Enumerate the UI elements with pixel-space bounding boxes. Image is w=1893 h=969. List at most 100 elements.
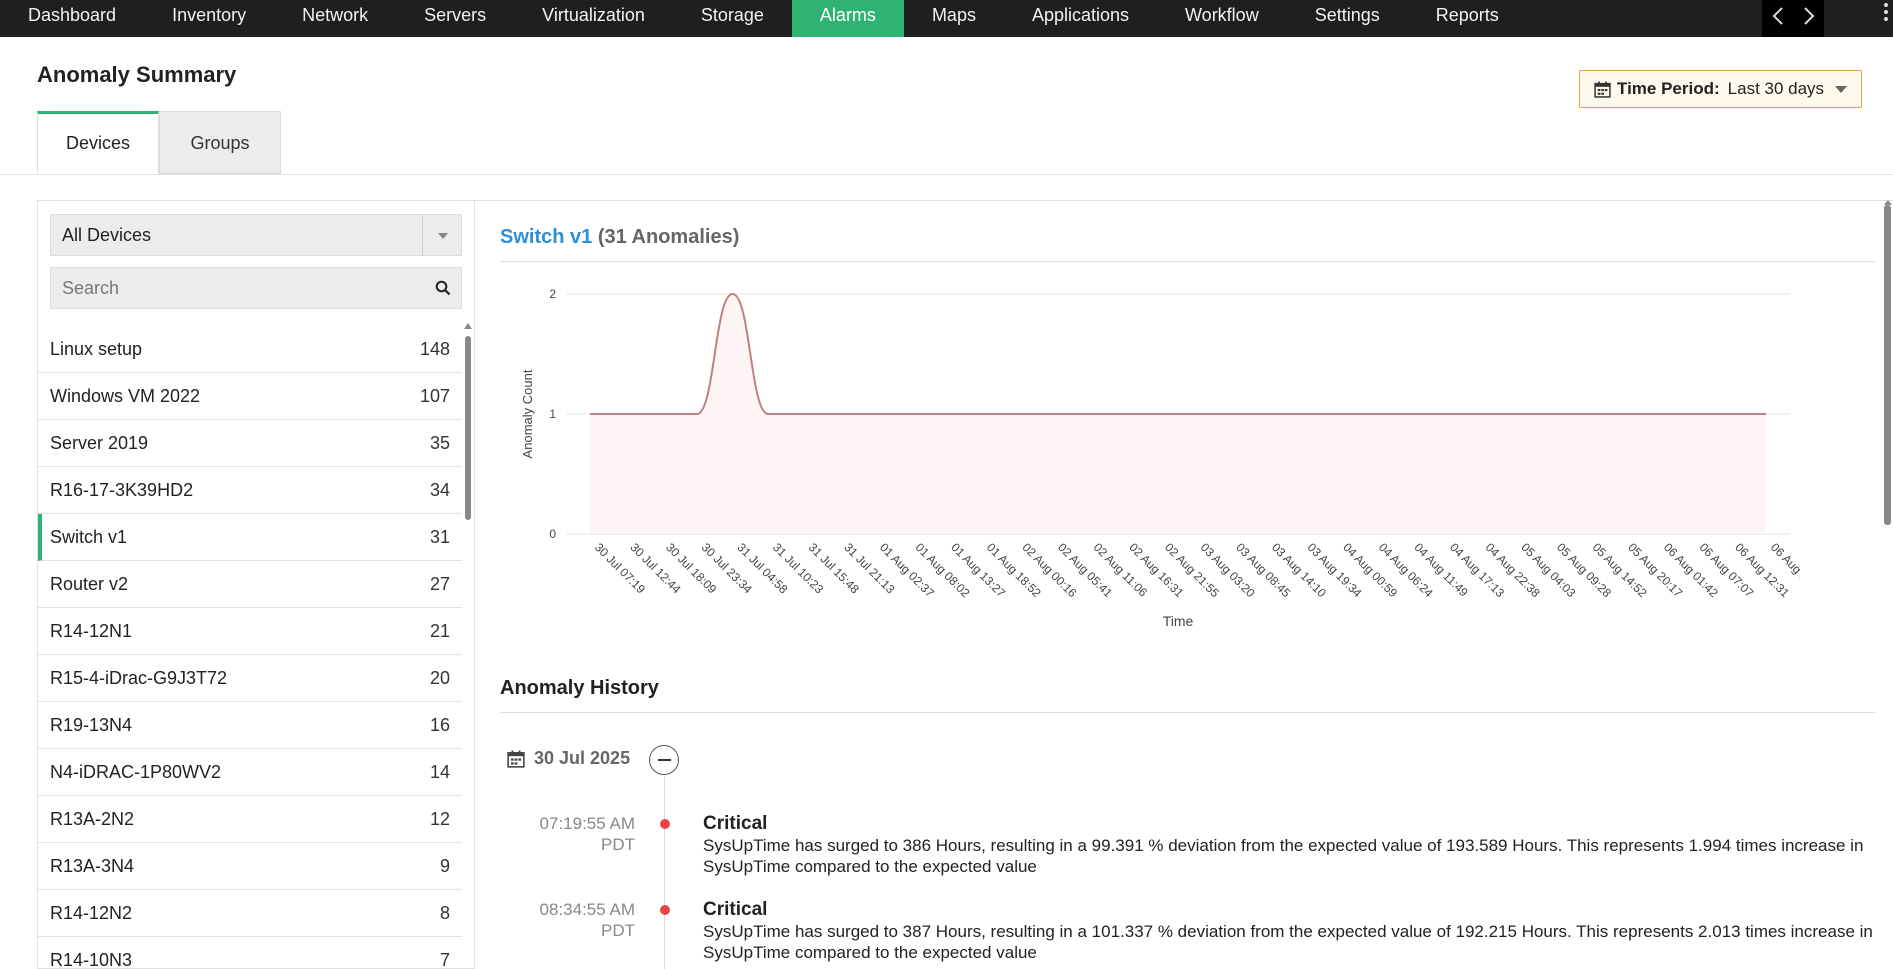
nav-item-applications[interactable]: Applications: [1004, 0, 1157, 37]
critical-dot-icon: [660, 819, 670, 829]
search-input[interactable]: [51, 268, 421, 308]
device-row[interactable]: R19-13N4 16: [38, 702, 462, 749]
chart-title: Switch v1 (31 Anomalies): [500, 226, 739, 249]
critical-dot-icon: [660, 905, 670, 915]
device-list: Linux setup 148 Windows VM 2022 107 Server 2…: [38, 326, 462, 969]
calendar-icon: [1594, 81, 1611, 98]
device-name: Windows VM 2022: [50, 385, 201, 406]
top-nav: Dashboard Inventory Network Servers Virt…: [0, 0, 1893, 37]
device-anomaly-count: 8: [439, 902, 450, 923]
history-date: 30 Jul 2025: [507, 748, 630, 769]
time-period-selector[interactable]: Time Period: Last 30 days: [1579, 70, 1862, 108]
x-axis-label: Time: [1163, 613, 1194, 629]
chart-anomaly-count: (31 Anomalies): [597, 226, 740, 248]
device-row[interactable]: R14-12N2 8: [38, 890, 462, 937]
device-filter-select[interactable]: All Devices: [50, 214, 462, 256]
device-row[interactable]: R13A-2N2 12: [38, 796, 462, 843]
nav-item-settings[interactable]: Settings: [1287, 0, 1408, 37]
event-message: SysUpTime has surged to 386 Hours, resul…: [703, 836, 1864, 876]
device-name: R19-13N4: [50, 714, 133, 735]
device-row[interactable]: R14-10N3 7: [38, 937, 462, 969]
device-anomaly-count: 20: [429, 667, 450, 688]
device-anomaly-count: 16: [429, 714, 450, 735]
calendar-icon: [507, 750, 525, 768]
device-anomaly-count: 148: [419, 338, 450, 359]
device-row[interactable]: R13A-3N4 9: [38, 843, 462, 890]
series-line: [590, 292, 1766, 415]
event-time: 08:34:55 AM PDT: [539, 900, 635, 940]
device-row[interactable]: Switch v1 31: [38, 514, 462, 561]
device-name: R15-4-iDrac-G9J3T72: [50, 667, 228, 688]
time-period-label: Time Period:: [1617, 79, 1720, 98]
anomaly-chart: 01230 Jul 07:1930 Jul 12:4430 Jul 18:093…: [520, 287, 1800, 629]
detail-scrollbar[interactable]: [1884, 205, 1891, 525]
device-name: Switch v1: [50, 526, 128, 547]
device-row[interactable]: Server 2019 35: [38, 420, 462, 467]
y-tick-label: 2: [549, 287, 556, 301]
device-row[interactable]: N4-iDRAC-1P80WV2 14: [38, 749, 462, 796]
tab-devices[interactable]: Devices: [37, 111, 159, 174]
device-anomaly-count: 27: [429, 573, 450, 594]
device-name: Router v2: [50, 573, 129, 594]
device-row[interactable]: Windows VM 2022 107: [38, 373, 462, 420]
device-row[interactable]: R14-12N1 21: [38, 608, 462, 655]
device-anomaly-count: 7: [439, 949, 450, 969]
nav-item-alarms[interactable]: Alarms: [791, 0, 904, 37]
search-icon[interactable]: [435, 280, 451, 296]
nav-item-servers[interactable]: Servers: [396, 0, 514, 37]
more-vertical-icon[interactable]: [1878, 0, 1893, 37]
minus-circle-icon[interactable]: [649, 745, 679, 775]
tabs-divider: [0, 174, 1893, 175]
event-message: SysUpTime has surged to 387 Hours, resul…: [703, 922, 1873, 962]
device-anomaly-count: 12: [429, 808, 450, 829]
scroll-up-icon[interactable]: [464, 323, 472, 329]
timeline-line: [664, 775, 665, 969]
device-filter-value: All Devices: [62, 224, 152, 245]
nav-item-maps[interactable]: Maps: [904, 0, 1004, 37]
nav-item-dashboard[interactable]: Dashboard: [0, 0, 144, 37]
device-row[interactable]: R15-4-iDrac-G9J3T72 20: [38, 655, 462, 702]
device-panel: All Devices Linux setup148Windows VM 202…: [37, 200, 475, 969]
chevron-left-icon[interactable]: [1772, 4, 1784, 34]
device-name: R14-10N3: [50, 949, 133, 969]
event-time: 07:19:55 AM PDT: [539, 814, 635, 854]
device-anomaly-count: 107: [419, 385, 450, 406]
tab-groups[interactable]: Groups: [159, 111, 281, 174]
nav-item-inventory[interactable]: Inventory: [144, 0, 274, 37]
nav-item-virtualization[interactable]: Virtualization: [514, 0, 673, 37]
device-anomaly-count: 34: [429, 479, 450, 500]
chart-device-link[interactable]: Switch v1: [500, 226, 592, 248]
device-name: N4-iDRAC-1P80WV2: [50, 761, 222, 782]
nav-item-workflow[interactable]: Workflow: [1157, 0, 1287, 37]
history-date-label: 30 Jul 2025: [534, 748, 631, 768]
device-list-scrollbar[interactable]: [465, 336, 471, 520]
device-anomaly-count: 14: [429, 761, 450, 782]
device-row[interactable]: Router v2 27: [38, 561, 462, 608]
device-name: R14-12N2: [50, 902, 133, 923]
nav-item-reports[interactable]: Reports: [1408, 0, 1527, 37]
history-title: Anomaly History: [500, 677, 659, 699]
event-severity: Critical: [703, 899, 768, 920]
view-tabs: Devices Groups: [37, 111, 281, 174]
device-row[interactable]: R16-17-3K39HD2 34: [38, 467, 462, 514]
device-name: R14-12N1: [50, 620, 133, 641]
y-axis-label: Anomaly Count: [520, 369, 535, 458]
device-search: [50, 267, 462, 309]
nav-item-network[interactable]: Network: [274, 0, 396, 37]
chevron-right-icon[interactable]: [1803, 4, 1815, 34]
device-name: Linux setup: [50, 338, 143, 359]
device-anomaly-count: 21: [429, 620, 450, 641]
page-title: Anomaly Summary: [37, 62, 237, 87]
nav-scroll-arrows: [1762, 0, 1824, 37]
y-tick-label: 0: [549, 527, 556, 541]
device-name: R13A-2N2: [50, 808, 135, 829]
event-severity: Critical: [703, 813, 768, 834]
device-row[interactable]: Linux setup 148: [38, 326, 462, 373]
caret-down-icon: [438, 233, 448, 239]
nav-item-storage[interactable]: Storage: [673, 0, 792, 37]
time-period-value: Last 30 days: [1727, 79, 1825, 98]
caret-down-icon: [1835, 85, 1847, 93]
device-anomaly-count: 35: [429, 432, 450, 453]
device-name: R16-17-3K39HD2: [50, 479, 194, 500]
device-name: Server 2019: [50, 432, 149, 453]
